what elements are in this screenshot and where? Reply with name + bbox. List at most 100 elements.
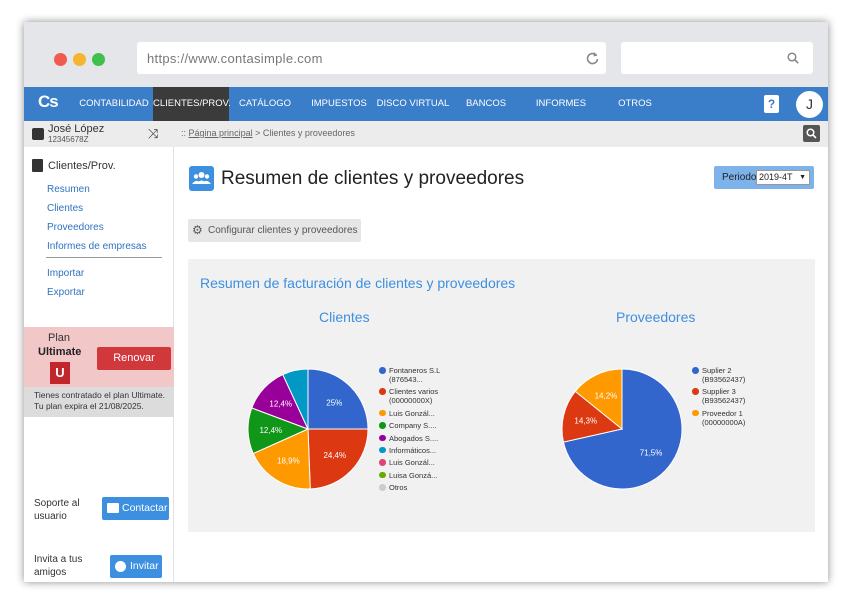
clients-legend-item[interactable]: Informáticos... xyxy=(379,446,454,455)
clients-legend-label: Abogados S.... xyxy=(389,433,439,443)
clients-legend-label: Fontaneros S.L (876543... xyxy=(389,366,441,384)
search-button[interactable] xyxy=(803,125,820,142)
suppliers-legend-swatch xyxy=(692,367,699,374)
period-select[interactable]: 2019-4T ▼ xyxy=(756,170,810,185)
nav-informes[interactable]: INFORMES xyxy=(528,87,594,121)
user-id: 12345678Z xyxy=(48,135,89,144)
nav-disco-virtual[interactable]: DISCO VIRTUAL xyxy=(376,87,450,121)
suppliers-slice-label-0: 71,5% xyxy=(640,448,663,457)
nav-catalogo[interactable]: CATÁLOGO xyxy=(232,87,298,121)
nav-bancos[interactable]: BANCOS xyxy=(456,87,516,121)
clients-slice-label-3: 12,4% xyxy=(259,426,282,435)
invite-label-line2: amigos xyxy=(34,567,67,578)
plan-info-line1: Tienes contratado el plan Ultimate. xyxy=(34,390,166,400)
sidebar-item-exportar[interactable]: Exportar xyxy=(47,287,85,298)
clients-legend-swatch xyxy=(379,471,386,479)
invite-button-label: Invitar xyxy=(130,560,159,572)
address-bar[interactable]: https://www.contasimple.com xyxy=(137,42,606,74)
clients-slice-label-1: 24,4% xyxy=(323,451,346,460)
support-label-line1: Soporte al xyxy=(34,498,80,509)
nav-otros[interactable]: OTROS xyxy=(608,87,662,121)
invite-label-line1: Invita a tus xyxy=(34,554,83,565)
suppliers-pie-chart: 71,5% 14,3% 14,2% xyxy=(561,368,683,490)
clients-pie-chart: 25% 24,4% 18,9% 12,4% 12,4% xyxy=(247,368,369,490)
nav-clientes-prov[interactable]: CLIENTES/PROV. xyxy=(153,87,231,121)
clients-legend-label: Otros xyxy=(389,483,408,493)
clients-legend-item[interactable]: Fontaneros S.L (876543... xyxy=(379,366,454,384)
maximize-window-button[interactable] xyxy=(92,53,105,66)
plan-label: Plan xyxy=(48,332,71,344)
contact-button[interactable]: Contactar xyxy=(102,497,169,520)
user-name: José López xyxy=(48,123,105,135)
support-label-line2: usuario xyxy=(34,511,67,522)
clients-legend-swatch xyxy=(379,367,386,374)
sidebar: Clientes/Prov. Resumen Clientes Proveedo… xyxy=(24,147,174,582)
period-filter: Periodo 2019-4T ▼ xyxy=(714,166,814,189)
invite-button[interactable]: Invitar xyxy=(110,555,162,578)
clients-legend-item[interactable]: Company S.... xyxy=(379,421,454,430)
switch-user-icon[interactable]: ⤨ xyxy=(148,126,158,142)
clients-legend-label: Company S.... xyxy=(389,421,437,431)
help-icon[interactable]: ? xyxy=(764,95,779,113)
clients-section-icon xyxy=(32,159,43,172)
clients-legend-item[interactable]: Otros xyxy=(379,483,454,492)
clients-legend-swatch xyxy=(379,434,386,442)
suppliers-legend-item[interactable]: Supplier 3 (B93562437) xyxy=(692,387,772,405)
search-icon xyxy=(787,52,799,64)
sidebar-item-informes-empresas[interactable]: Informes de empresas xyxy=(47,241,147,252)
envelope-icon xyxy=(107,503,119,513)
period-value: 2019-4T xyxy=(759,172,793,182)
clients-slice-label-0: 25% xyxy=(326,399,342,408)
suppliers-legend-item[interactable]: Proveedor 1 (00000000A) xyxy=(692,409,772,427)
nav-contabilidad[interactable]: CONTABILIDAD xyxy=(78,87,150,121)
main-content: Resumen de clientes y proveedores Period… xyxy=(174,147,828,582)
main-nav: Cs CONTABILIDAD CLIENTES/PROV. CATÁLOGO … xyxy=(24,87,828,121)
clients-chart-title: Clientes xyxy=(319,309,370,325)
globe-icon xyxy=(115,561,126,572)
sidebar-item-resumen[interactable]: Resumen xyxy=(47,184,90,195)
suppliers-legend: Suplier 2 (B93562437) Supplier 3 (B935624… xyxy=(692,366,772,430)
browser-search-bar[interactable] xyxy=(621,42,813,74)
suppliers-slice-label-1: 14,3% xyxy=(574,417,597,426)
clients-legend-item[interactable]: Luis Gonzál... xyxy=(379,458,454,467)
minimize-window-button[interactable] xyxy=(73,53,86,66)
configure-button[interactable]: ⚙ Configurar clientes y proveedores xyxy=(188,219,361,242)
plan-box: Plan Ultimate U Renovar xyxy=(24,327,174,387)
sidebar-divider xyxy=(46,257,162,258)
browser-chrome: https://www.contasimple.com xyxy=(24,22,828,87)
clients-legend-label: Clientes varios (00000000X) xyxy=(389,387,439,406)
clients-legend-swatch xyxy=(379,484,386,491)
suppliers-legend-swatch xyxy=(692,388,699,395)
plan-name: Ultimate xyxy=(38,346,82,358)
suppliers-legend-item[interactable]: Suplier 2 (B93562437) xyxy=(692,366,772,384)
clients-legend-swatch xyxy=(379,388,386,395)
breadcrumb: :: Página principal > Clientes y proveed… xyxy=(181,128,355,138)
support-label: Soporte al usuario xyxy=(34,497,80,523)
clients-legend-item[interactable]: Abogados S.... xyxy=(379,434,454,443)
clients-legend-swatch xyxy=(379,422,386,429)
search-icon xyxy=(806,128,817,139)
reload-icon[interactable] xyxy=(586,51,599,65)
plan-info: Tienes contratado el plan Ultimate. Tu p… xyxy=(24,387,174,417)
panel-title: Resumen de facturación de clientes y pro… xyxy=(200,275,516,291)
contact-button-label: Contactar xyxy=(122,502,168,514)
clients-legend-swatch xyxy=(379,459,386,466)
renew-button[interactable]: Renovar xyxy=(97,347,171,370)
clients-legend-item[interactable]: Luis Gonzál... xyxy=(379,409,454,418)
suppliers-legend-label: Supplier 3 (B93562437) xyxy=(702,387,746,406)
clients-legend-label: Informáticos... xyxy=(389,445,437,455)
breadcrumb-home-link[interactable]: Página principal xyxy=(189,128,253,138)
clients-slice-label-2: 18,9% xyxy=(277,457,300,466)
suppliers-legend-swatch xyxy=(692,409,699,417)
clients-legend-label: Luisa Gonzá... xyxy=(389,470,438,480)
avatar[interactable]: J xyxy=(796,91,823,118)
close-window-button[interactable] xyxy=(54,53,67,66)
sidebar-item-importar[interactable]: Importar xyxy=(47,268,84,279)
sidebar-item-clientes[interactable]: Clientes xyxy=(47,203,83,214)
sidebar-item-proveedores[interactable]: Proveedores xyxy=(47,222,104,233)
clients-legend-item[interactable]: Clientes varios (00000000X) xyxy=(379,387,454,405)
nav-impuestos[interactable]: IMPUESTOS xyxy=(304,87,374,121)
user-card-icon xyxy=(32,128,44,140)
app-logo[interactable]: Cs xyxy=(38,92,62,116)
clients-legend-item[interactable]: Luisa Gonzá... xyxy=(379,471,454,480)
